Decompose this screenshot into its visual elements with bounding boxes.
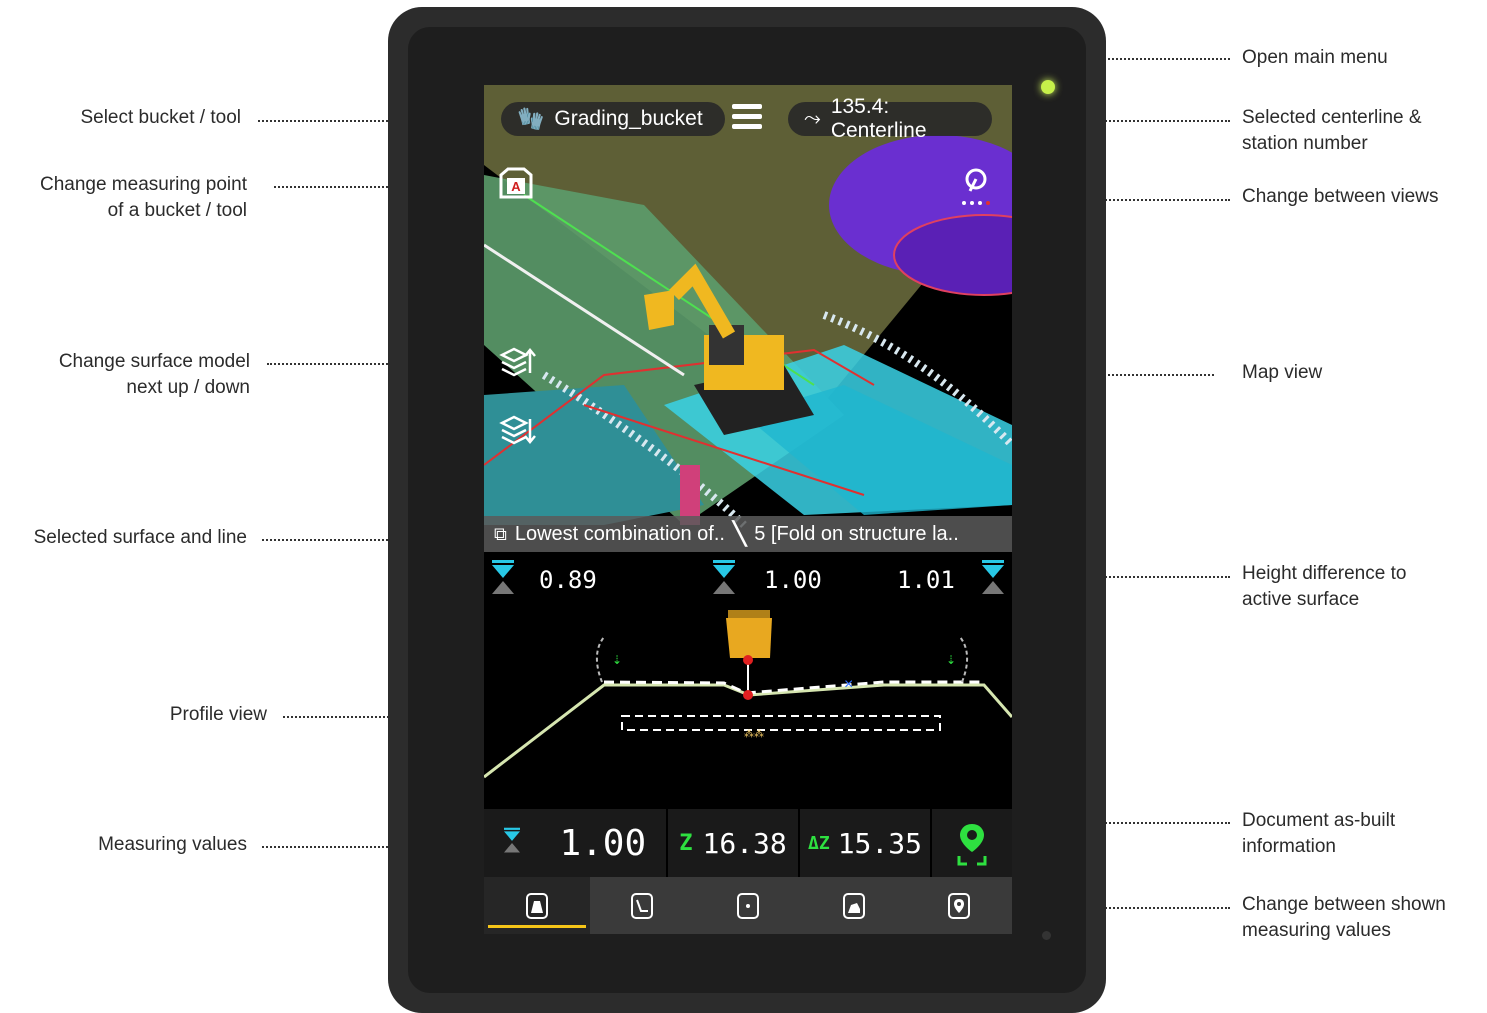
line-icon xyxy=(631,892,654,919)
bucket-icon xyxy=(842,892,865,919)
annotation-line: next up / down xyxy=(126,377,250,398)
annotation-map-view: Map view xyxy=(1242,362,1323,383)
measuring-tabs[interactable] xyxy=(484,877,1012,934)
layers-icon: ⧉ xyxy=(494,523,507,544)
annotation-line: Change measuring point xyxy=(39,174,247,195)
annotation-profile-view: Profile view xyxy=(169,704,267,725)
annotation-line: Selected centerline & xyxy=(1242,107,1422,128)
svg-text:×: × xyxy=(844,676,853,693)
annotation-surface-model: Change surface model next up / down xyxy=(0,349,250,401)
surface-down-button[interactable] xyxy=(498,413,536,451)
measuring-point-button[interactable]: A xyxy=(498,165,536,203)
surface-up-button[interactable] xyxy=(498,343,536,381)
height-diff-value: 1.00 xyxy=(559,822,647,864)
tab-point[interactable] xyxy=(695,877,801,934)
z-label: Z xyxy=(679,830,693,856)
annotation-change-values: Change between shown measuring values xyxy=(1242,892,1482,944)
surface-line-bar[interactable]: ⧉ Lowest combination of.. ╲ 5 [Fold on s… xyxy=(484,516,1012,552)
annotation-change-views: Change between views xyxy=(1242,186,1439,207)
centerline-icon: ⤳ xyxy=(804,107,821,130)
z-cell[interactable]: Z 16.38 xyxy=(668,809,800,877)
status-led xyxy=(1041,80,1055,94)
tab-location[interactable] xyxy=(906,877,1012,934)
annotation-select-bucket: Select bucket / tool xyxy=(80,107,241,128)
selected-surface: Lowest combination of.. xyxy=(514,522,725,545)
z-value: 16.38 xyxy=(702,826,787,860)
annotation-document: Document as-built information xyxy=(1242,808,1482,860)
main-menu-button[interactable] xyxy=(732,104,762,134)
line-icon: ╲ xyxy=(732,521,747,546)
annotation-line: Change between shown xyxy=(1242,894,1446,915)
svg-text:⇣: ⇣ xyxy=(946,653,956,667)
cross-section-icon xyxy=(525,892,548,919)
location-icon xyxy=(948,892,971,919)
annotation-line: Document as-built xyxy=(1242,810,1396,831)
map-3d-scene xyxy=(484,85,1012,528)
layers-up-icon xyxy=(499,347,536,377)
layers-down-icon xyxy=(499,415,536,445)
menu-icon-bar xyxy=(732,104,762,109)
annotation-line: measuring values xyxy=(1242,920,1391,941)
map-view[interactable]: 🧤 Grading_bucket ⤳ 135.4: Centerline A ⧉… xyxy=(484,85,1012,552)
height-diff-cell[interactable]: 1.00 xyxy=(484,809,668,877)
tab-cross-section[interactable] xyxy=(484,877,590,934)
dz-value: 15.35 xyxy=(837,826,922,860)
annotation-line: Change surface model xyxy=(58,351,250,372)
dz-label: ΔZ xyxy=(808,832,830,854)
annotation-line: station number xyxy=(1242,133,1368,154)
centerline-selector[interactable]: ⤳ 135.4: Centerline xyxy=(788,95,992,142)
tab-line[interactable] xyxy=(590,877,696,934)
profile-view[interactable]: 0.89 1.00 1.01 ⇣ ⇣ ⁂⁂ × xyxy=(484,552,1012,809)
annotation-open-menu: Open main menu xyxy=(1242,47,1388,68)
height-diff-icon xyxy=(503,827,520,853)
selected-line: 5 [Fold on structure la.. xyxy=(754,522,959,545)
tab-bucket[interactable] xyxy=(801,877,907,934)
document-as-built-button[interactable] xyxy=(932,809,1012,877)
light-sensor xyxy=(1042,931,1051,940)
svg-text:⁂⁂: ⁂⁂ xyxy=(744,729,764,740)
annotation-line: of a bucket / tool xyxy=(107,200,247,221)
location-pin-icon xyxy=(957,824,987,866)
screen: 🧤 Grading_bucket ⤳ 135.4: Centerline A ⧉… xyxy=(484,85,1012,934)
bucket-name: Grading_bucket xyxy=(554,107,703,130)
annotation-line: active surface xyxy=(1242,589,1360,610)
annotation-line: information xyxy=(1242,836,1336,857)
change-view-button[interactable] xyxy=(956,165,1000,209)
menu-icon-bar xyxy=(732,124,762,129)
annotation-measuring-point: Change measuring point of a bucket / too… xyxy=(0,172,247,224)
point-icon xyxy=(736,892,759,919)
bucket-selector[interactable]: 🧤 Grading_bucket xyxy=(501,102,725,136)
view-switch-icon xyxy=(962,168,990,205)
bucket-icon: 🧤 xyxy=(517,106,545,131)
dz-cell[interactable]: ΔZ 15.35 xyxy=(800,809,932,877)
centerline-label: 135.4: Centerline xyxy=(830,95,927,142)
annotation-height-diff: Height difference to active surface xyxy=(1242,561,1482,613)
annotation-measuring-values: Measuring values xyxy=(98,834,247,855)
menu-icon-bar xyxy=(732,114,762,119)
measuring-values-bar[interactable]: 1.00 Z 16.38 ΔZ 15.35 xyxy=(484,809,1012,877)
measuring-point-label: A xyxy=(511,179,521,194)
measuring-point-icon: A xyxy=(499,167,533,199)
annotation-line: Height difference to xyxy=(1242,563,1407,584)
annotation-selected-surface: Selected surface and line xyxy=(33,527,247,548)
svg-text:⇣: ⇣ xyxy=(612,653,622,667)
profile-drawing: ⇣ ⇣ ⁂⁂ × xyxy=(484,610,1012,779)
annotation-centerline: Selected centerline & station number xyxy=(1242,105,1482,157)
